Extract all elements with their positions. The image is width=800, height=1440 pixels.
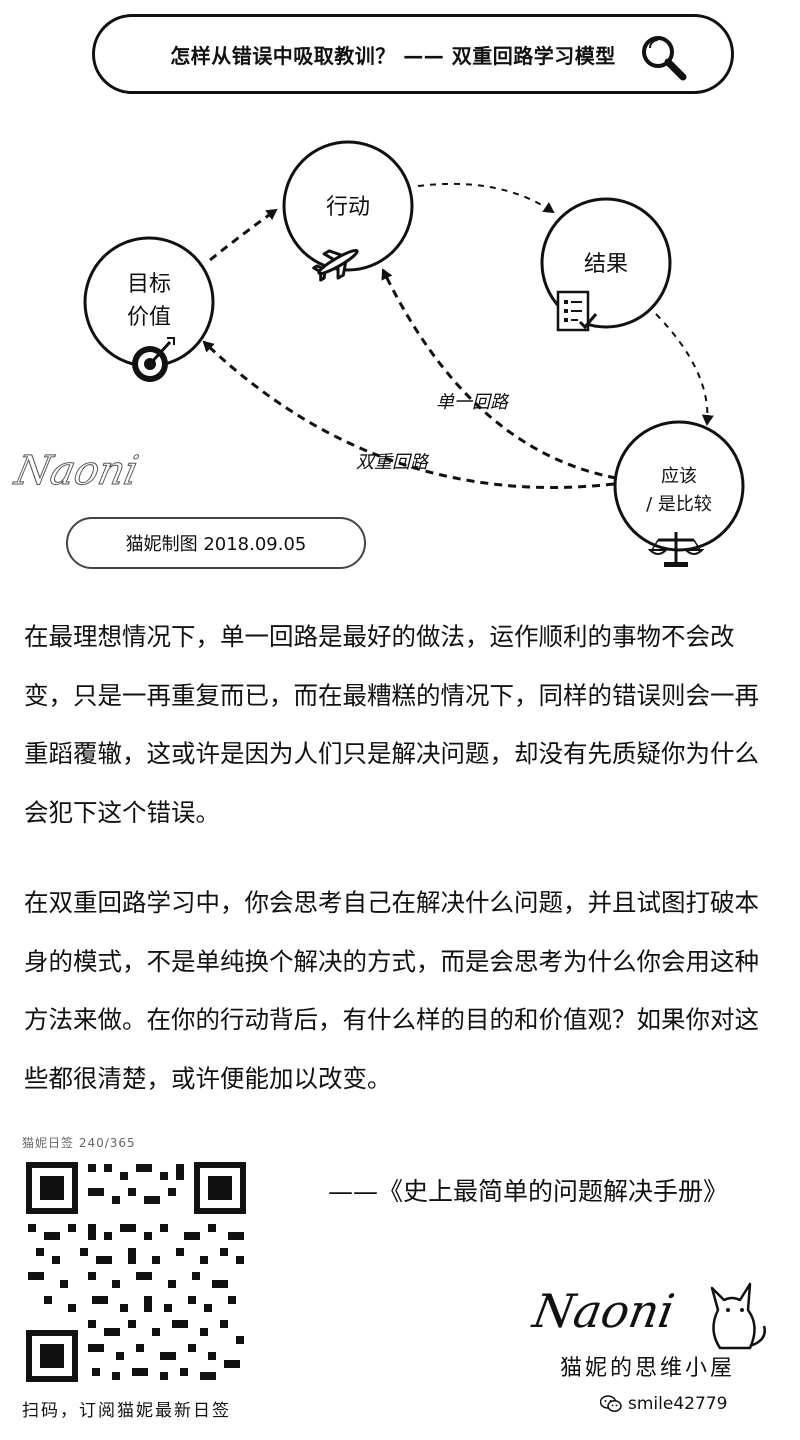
brand-signature: Naoni [529, 1284, 679, 1338]
wechat-handle: smile42779 [628, 1394, 728, 1414]
paragraph-2: 在双重回路学习中，你会思考自己在解决什么问题，并且试图打破本身的模式，不是单纯换… [24, 888, 759, 1093]
svg-text:/ 是比较: / 是比较 [646, 494, 712, 515]
node-should-compare: 应该 / 是比较 [613, 420, 745, 567]
wechat-icon [600, 1395, 622, 1412]
credit-text: 猫妮制图 2018.09.05 [125, 534, 307, 555]
title-banner: 怎样从错误中吸取教训？ —— 双重回路学习模型 [92, 14, 734, 94]
cat-icon [710, 1282, 766, 1350]
qr-caption: 扫码，订阅猫妮最新日签 [22, 1401, 231, 1421]
brand-name: 猫妮的思维小屋 [560, 1356, 736, 1381]
arrow-result-to-should [655, 313, 714, 426]
node-goal-value: 目标 价值 [83, 236, 215, 382]
qr-top-caption: 猫妮日签 240/365 [22, 1136, 136, 1150]
svg-text:应该: 应该 [661, 466, 697, 487]
paragraph-1: 在最理想情况下，单一回路是最好的做法，运作顺利的事物不会改变，只是一再重复而已，… [24, 622, 759, 827]
credit-badge: 猫妮制图 2018.09.05 [66, 517, 366, 569]
node-result: 结果 [540, 197, 672, 332]
book-source: ——《史上最简单的问题解决手册》 [328, 1177, 729, 1206]
arrow-action-to-result [417, 182, 555, 214]
single-loop-label: 单一回路 [436, 392, 510, 413]
double-loop-label: 双重回路 [356, 452, 430, 473]
node-action: 行动 [282, 140, 414, 282]
qr-code[interactable] [22, 1158, 250, 1386]
arrow-goal-to-action [209, 208, 278, 262]
wechat-id: smile42779 [600, 1394, 727, 1414]
svg-text:目标: 目标 [127, 272, 171, 297]
page-title: 怎样从错误中吸取教训？ —— 双重回路学习模型 [170, 43, 616, 68]
magnifier-icon [642, 36, 687, 81]
svg-text:价值: 价值 [127, 305, 171, 330]
svg-text:行动: 行动 [326, 195, 370, 220]
signature-watermark: Naoni [11, 448, 143, 495]
svg-text:结果: 结果 [584, 252, 628, 277]
